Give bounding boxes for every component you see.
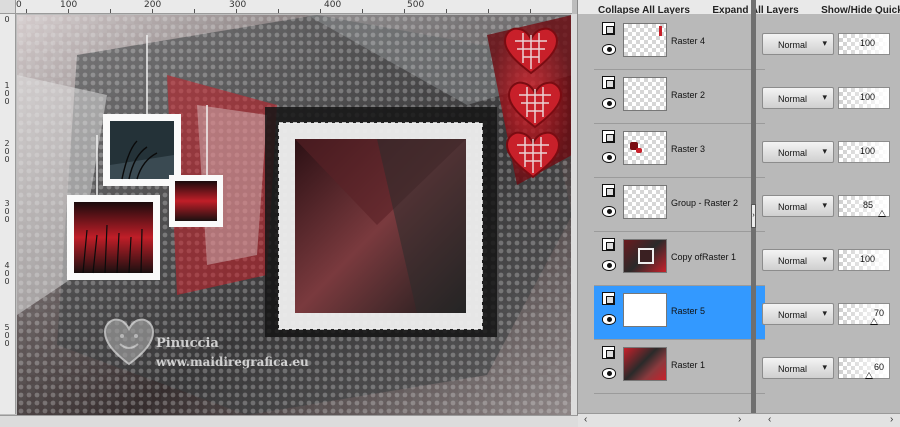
opacity-value: 85 [862, 200, 873, 210]
show-hide-quick-button[interactable]: Show/Hide Quick S [821, 5, 900, 14]
layer-row-raster-4[interactable]: Raster 4 [594, 16, 765, 70]
opacity-slider[interactable]: 60 [838, 357, 890, 379]
layer-properties-row: Normal 100 [760, 141, 900, 165]
layer-row-raster-2[interactable]: Raster 2 [594, 70, 765, 124]
opacity-slider[interactable]: 100 [838, 249, 890, 271]
vertical-ruler: 0 1 0 0 2 0 0 3 0 0 4 0 0 5 0 0 [0, 14, 16, 414]
layer-thumbnail [623, 77, 667, 111]
layer-name: Raster 2 [671, 90, 706, 100]
visibility-eye-icon[interactable] [602, 260, 616, 271]
layer-properties-row: Normal 60 [760, 357, 900, 381]
scroll-left-icon[interactable]: ‹ [768, 414, 771, 425]
layer-properties-row: Normal 85 [760, 195, 900, 219]
ruler-label: 5 0 0 [4, 323, 10, 348]
opacity-marker-icon[interactable] [870, 318, 878, 325]
blend-mode-dropdown[interactable]: Normal [762, 87, 834, 109]
opacity-marker-icon[interactable] [878, 210, 886, 217]
splitter-arrow-icon[interactable]: › [751, 204, 756, 228]
opacity-marker-icon[interactable] [865, 372, 873, 379]
layer-thumbnail [623, 293, 667, 327]
canvas-vertical-scrollbar[interactable] [571, 14, 577, 415]
layer-properties-row: Normal 100 [760, 249, 900, 273]
canvas-horizontal-scrollbar[interactable] [0, 415, 578, 427]
opacity-slider[interactable]: 100 [838, 87, 890, 109]
opacity-slider[interactable]: 100 [838, 141, 890, 163]
blend-mode-dropdown[interactable]: Normal [762, 357, 834, 379]
ruler-label: 2 0 0 [4, 139, 10, 164]
ruler-label: 0 [4, 15, 10, 24]
opacity-value: 70 [873, 308, 884, 318]
layer-name: Raster 3 [671, 144, 706, 154]
blend-mode-dropdown[interactable]: Normal [762, 303, 834, 325]
layers-horizontal-scrollbar[interactable]: ‹ › ‹ › [578, 413, 900, 427]
layer-link-icon[interactable] [602, 292, 615, 305]
layer-row-raster-5[interactable]: Raster 5 [594, 286, 765, 340]
horizontal-ruler: 0 100 200 300 400 500 [16, 0, 572, 14]
scroll-left-icon[interactable]: ‹ [584, 414, 587, 425]
opacity-value: 60 [873, 362, 884, 372]
layer-thumbnail [623, 131, 667, 165]
layer-name: Raster 4 [671, 36, 706, 46]
opacity-slider[interactable]: 85 [838, 195, 890, 217]
blend-mode-dropdown[interactable]: Normal [762, 33, 834, 55]
layer-properties-row: Normal 100 [760, 33, 900, 57]
layer-row-raster-3[interactable]: Raster 3 [594, 124, 765, 178]
layer-link-icon[interactable] [602, 238, 615, 251]
visibility-eye-icon[interactable] [602, 314, 616, 325]
visibility-eye-icon[interactable] [602, 368, 616, 379]
opacity-value: 100 [859, 92, 875, 102]
layer-name: Raster 1 [671, 360, 706, 370]
watermark-url: www.maidiregrafica.eu [156, 355, 309, 369]
scroll-right-icon[interactable]: › [738, 414, 741, 425]
visibility-eye-icon[interactable] [602, 44, 616, 55]
scroll-right-icon[interactable]: › [890, 414, 893, 425]
ruler-label: 400 [324, 0, 342, 10]
opacity-value: 100 [859, 38, 875, 48]
layer-name: Group - Raster 2 [671, 198, 739, 208]
opacity-value: 100 [859, 146, 875, 156]
collapse-all-layers-button[interactable]: Collapse All Layers [598, 5, 690, 14]
layer-row-copy-of-raster-1[interactable]: Copy ofRaster 1 [594, 232, 765, 286]
layers-palette: Collapse All Layers Expand All Layers Sh… [578, 0, 900, 427]
layer-name: Raster 5 [671, 306, 706, 316]
watermark-name: Pinuccia [156, 336, 219, 351]
layer-name: Copy ofRaster 1 [671, 252, 737, 262]
layer-properties-row: Normal 100 [760, 87, 900, 111]
visibility-eye-icon[interactable] [602, 206, 616, 217]
canvas-pane: 0 100 200 300 400 500 0 1 0 0 2 0 0 3 0 … [0, 0, 578, 427]
ruler-label: 3 0 0 [4, 199, 10, 224]
layer-link-icon[interactable] [602, 76, 615, 89]
opacity-slider[interactable]: 100 [838, 33, 890, 55]
layer-properties-row: Normal 70 [760, 303, 900, 327]
image-canvas[interactable]: Pinuccia www.maidiregrafica.eu [17, 15, 572, 415]
layer-thumbnail [623, 239, 667, 273]
opacity-value: 100 [859, 254, 875, 264]
ruler-label: 0 [16, 0, 22, 10]
ruler-label: 500 [407, 0, 425, 10]
ruler-label: 1 0 0 [4, 81, 10, 106]
psp-workspace: 0 100 200 300 400 500 0 1 0 0 2 0 0 3 0 … [0, 0, 900, 427]
visibility-eye-icon[interactable] [602, 152, 616, 163]
layer-row-raster-1[interactable]: Raster 1 [594, 340, 765, 394]
layer-thumbnail [623, 347, 667, 381]
ruler-label: 300 [229, 0, 247, 10]
visibility-eye-icon[interactable] [602, 98, 616, 109]
blend-mode-dropdown[interactable]: Normal [762, 141, 834, 163]
blend-mode-dropdown[interactable]: Normal [762, 195, 834, 217]
layer-thumbnail [623, 23, 667, 57]
layer-link-icon[interactable] [602, 130, 615, 143]
layer-row-group-raster-2[interactable]: Group - Raster 2 [594, 178, 765, 232]
opacity-slider[interactable]: 70 [838, 303, 890, 325]
ruler-label: 4 0 0 [4, 261, 10, 286]
layer-link-icon[interactable] [602, 184, 615, 197]
layer-link-icon[interactable] [602, 22, 615, 35]
layers-toolbar: Collapse All Layers Expand All Layers Sh… [578, 0, 900, 14]
ruler-corner [0, 0, 16, 14]
layer-thumbnail [623, 185, 667, 219]
layer-link-icon[interactable] [602, 346, 615, 359]
blend-mode-dropdown[interactable]: Normal [762, 249, 834, 271]
